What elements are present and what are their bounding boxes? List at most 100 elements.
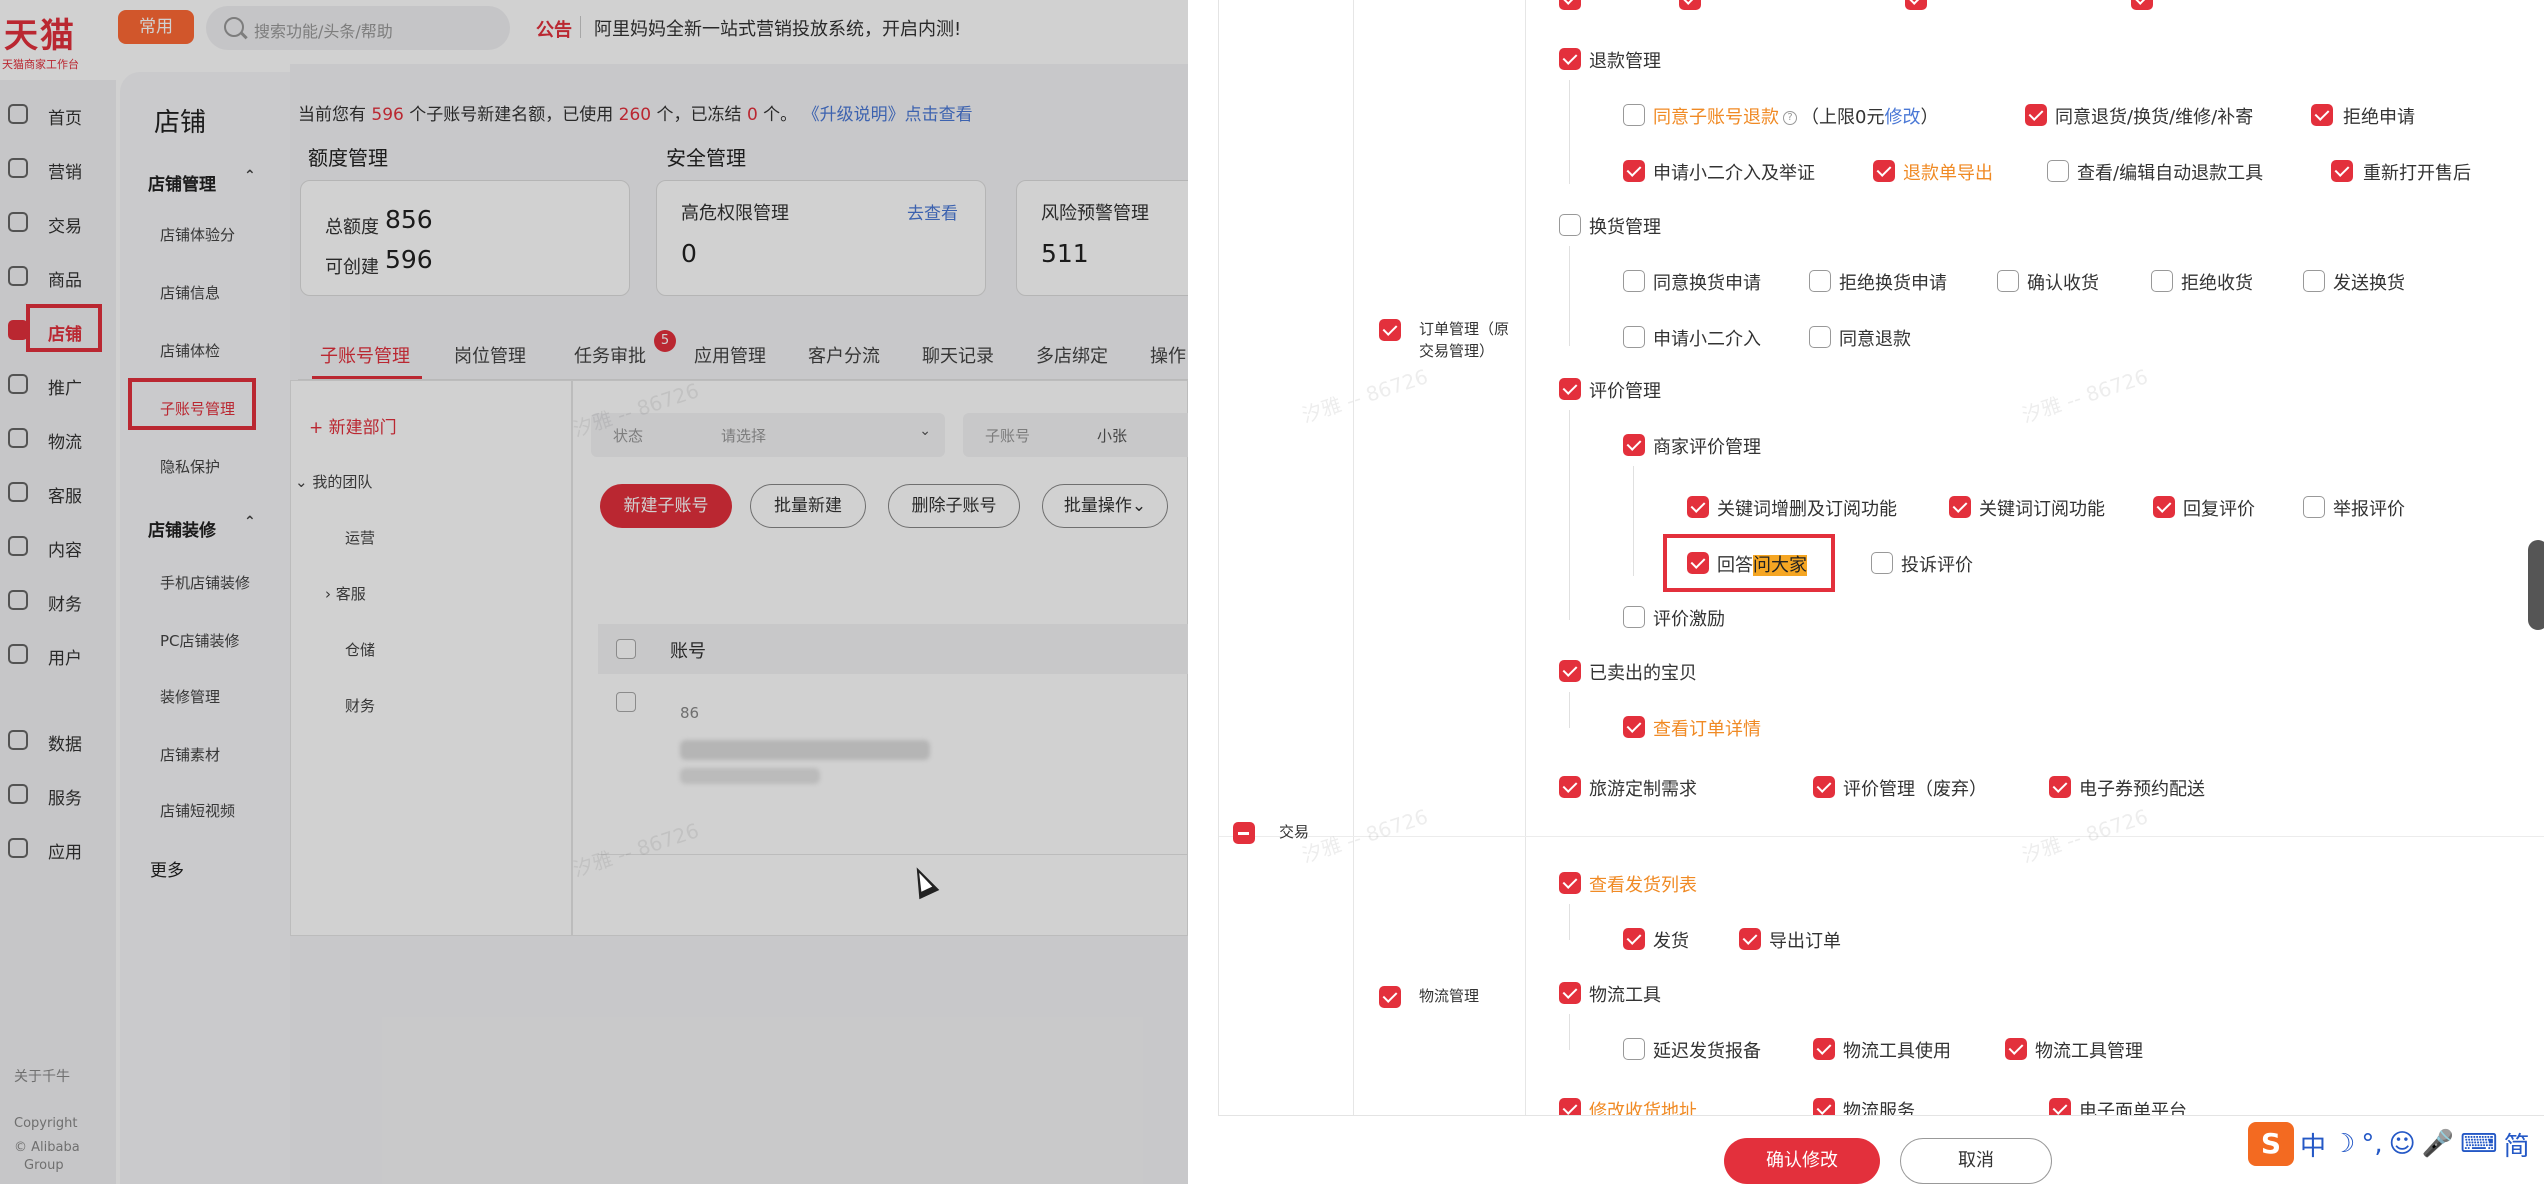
- eticket-checkbox[interactable]: [2049, 776, 2071, 798]
- category-trade-checkbox[interactable]: [1233, 822, 1255, 844]
- exchange-send-label: 发送换货: [2333, 273, 2405, 294]
- category-logistics-label: 物流管理: [1419, 987, 1480, 1005]
- export-order-label: 导出订单: [1769, 931, 1841, 952]
- refund-reject-label: 拒绝申请: [2343, 107, 2415, 128]
- keyboard-icon[interactable]: ⌨: [2460, 1129, 2498, 1159]
- microphone-icon[interactable]: 🎤: [2422, 1129, 2454, 1159]
- delay-ship-checkbox[interactable]: [1623, 1038, 1645, 1060]
- exchange-confirm-checkbox[interactable]: [1997, 270, 2019, 292]
- review-mgmt-checkbox[interactable]: [1559, 378, 1581, 400]
- permission-tree: 交易 订单管理（原交易管理） 物流管理 退款管理 同意子账号退款? （上限0元修改…: [1218, 0, 2544, 1116]
- refund-agree-checkbox[interactable]: [2025, 104, 2047, 126]
- logistics-tools-label: 物流工具: [1589, 985, 1661, 1006]
- refund-reject-checkbox[interactable]: [2311, 104, 2333, 126]
- reply-review-checkbox[interactable]: [2153, 496, 2175, 518]
- permission-drawer: 交易 订单管理（原交易管理） 物流管理 退款管理 同意子账号退款? （上限0元修改…: [1188, 0, 2544, 1184]
- keyword-delete-label: 关键词增删及订阅功能: [1717, 499, 1897, 520]
- exchange-intervene-checkbox[interactable]: [1623, 326, 1645, 348]
- permission-checkbox[interactable]: [2131, 0, 2153, 10]
- exchange-mgmt-checkbox[interactable]: [1559, 214, 1581, 236]
- refund-auto-tool-label: 查看/编辑自动退款工具: [2077, 163, 2264, 184]
- exchange-refund-checkbox[interactable]: [1809, 326, 1831, 348]
- exchange-agree-checkbox[interactable]: [1623, 270, 1645, 292]
- modify-address-label: 修改收货地址: [1589, 1101, 1697, 1116]
- logistics-tool-use-label: 物流工具使用: [1843, 1041, 1951, 1062]
- review-deprecated-checkbox[interactable]: [1813, 776, 1835, 798]
- keyword-subscribe-checkbox[interactable]: [1949, 496, 1971, 518]
- refund-mgmt-checkbox[interactable]: [1559, 48, 1581, 70]
- view-order-detail-label: 查看订单详情: [1653, 719, 1761, 740]
- watermark: 汐雅 -- 86726: [2018, 804, 2151, 868]
- review-mgmt-label: 评价管理: [1589, 381, 1661, 402]
- sold-items-checkbox[interactable]: [1559, 660, 1581, 682]
- complain-review-checkbox[interactable]: [1871, 552, 1893, 574]
- exchange-intervene-label: 申请小二介入: [1653, 329, 1761, 350]
- help-icon: ?: [1783, 111, 1797, 125]
- modal-overlay[interactable]: [0, 0, 1188, 1184]
- refund-intervene-label: 申请小二介入及举证: [1653, 163, 1815, 184]
- refund-auto-tool-checkbox[interactable]: [2047, 160, 2069, 182]
- keyword-subscribe-label: 关键词订阅功能: [1979, 499, 2105, 520]
- exchange-reject-recv-label: 拒绝收货: [2181, 273, 2253, 294]
- refund-export-checkbox[interactable]: [1873, 160, 1895, 182]
- exchange-reject-label: 拒绝换货申请: [1839, 273, 1947, 294]
- cancel-button[interactable]: 取消: [1900, 1138, 2052, 1184]
- export-order-checkbox[interactable]: [1739, 928, 1761, 950]
- logistics-tool-mgmt-checkbox[interactable]: [2005, 1038, 2027, 1060]
- exchange-refund-label: 同意退款: [1839, 329, 1911, 350]
- merchant-review-checkbox[interactable]: [1623, 434, 1645, 456]
- logistics-tool-use-checkbox[interactable]: [1813, 1038, 1835, 1060]
- sogou-ime-icon[interactable]: S: [2248, 1122, 2294, 1166]
- logistics-tool-mgmt-label: 物流工具管理: [2035, 1041, 2143, 1062]
- travel-label: 旅游定制需求: [1589, 779, 1697, 800]
- permission-checkbox[interactable]: [1559, 0, 1581, 10]
- confirm-modify-button[interactable]: 确认修改: [1724, 1138, 1880, 1184]
- moon-icon[interactable]: ☽: [2332, 1129, 2355, 1159]
- logistics-tools-checkbox[interactable]: [1559, 982, 1581, 1004]
- tree-line: [1633, 466, 1634, 576]
- logistics-service-checkbox[interactable]: [1813, 1098, 1835, 1115]
- refund-sub-account-checkbox[interactable]: [1623, 104, 1645, 126]
- modify-address-checkbox[interactable]: [1559, 1098, 1581, 1115]
- divider: [1525, 0, 1526, 1115]
- review-deprecated-label: 评价管理（废弃）: [1843, 779, 1987, 800]
- permission-checkbox[interactable]: [1905, 0, 1927, 10]
- refund-sub-account-label: 同意子账号退款? （上限0元修改）: [1653, 107, 1939, 128]
- permission-checkbox[interactable]: [1679, 0, 1701, 10]
- refund-intervene-checkbox[interactable]: [1623, 160, 1645, 182]
- emoji-icon[interactable]: ☺: [2389, 1129, 2416, 1159]
- exchange-agree-label: 同意换货申请: [1653, 273, 1761, 294]
- e-waybill-checkbox[interactable]: [2049, 1098, 2071, 1115]
- watermark: 汐雅 -- 86726: [2018, 364, 2151, 428]
- ime-toolbar[interactable]: S 中 ☽ °, ☺ 🎤 ⌨ 简: [2248, 1116, 2544, 1172]
- sold-items-label: 已卖出的宝贝: [1589, 663, 1697, 684]
- category-logistics-checkbox[interactable]: [1379, 986, 1401, 1008]
- exchange-mgmt-label: 换货管理: [1589, 217, 1661, 238]
- edit-limit-link[interactable]: 修改: [1884, 107, 1920, 128]
- punctuation-icon[interactable]: °,: [2361, 1129, 2382, 1159]
- refund-export-label: 退款单导出: [1903, 163, 1993, 184]
- watermark: 汐雅 -- 86726: [1298, 364, 1431, 428]
- ship-list-checkbox[interactable]: [1559, 872, 1581, 894]
- exchange-reject-recv-checkbox[interactable]: [2151, 270, 2173, 292]
- ship-checkbox[interactable]: [1623, 928, 1645, 950]
- exchange-reject-checkbox[interactable]: [1809, 270, 1831, 292]
- exchange-confirm-label: 确认收货: [2027, 273, 2099, 294]
- simplified-icon[interactable]: 简: [2504, 1126, 2530, 1163]
- ship-label: 发货: [1653, 931, 1689, 952]
- tree-line: [1569, 410, 1570, 620]
- category-order-checkbox[interactable]: [1379, 319, 1401, 341]
- exchange-send-checkbox[interactable]: [2303, 270, 2325, 292]
- refund-reopen-checkbox[interactable]: [2331, 160, 2353, 182]
- chinese-mode-icon[interactable]: 中: [2300, 1126, 2326, 1163]
- e-waybill-label: 电子面单平台: [2079, 1101, 2187, 1116]
- report-review-checkbox[interactable]: [2303, 496, 2325, 518]
- divider: [1353, 0, 1354, 1115]
- tree-line: [1569, 1014, 1570, 1050]
- keyword-delete-checkbox[interactable]: [1687, 496, 1709, 518]
- tree-line: [1569, 692, 1570, 728]
- review-incentive-checkbox[interactable]: [1623, 606, 1645, 628]
- view-order-detail-checkbox[interactable]: [1623, 716, 1645, 738]
- scrollbar-thumb[interactable]: [2528, 540, 2544, 630]
- travel-checkbox[interactable]: [1559, 776, 1581, 798]
